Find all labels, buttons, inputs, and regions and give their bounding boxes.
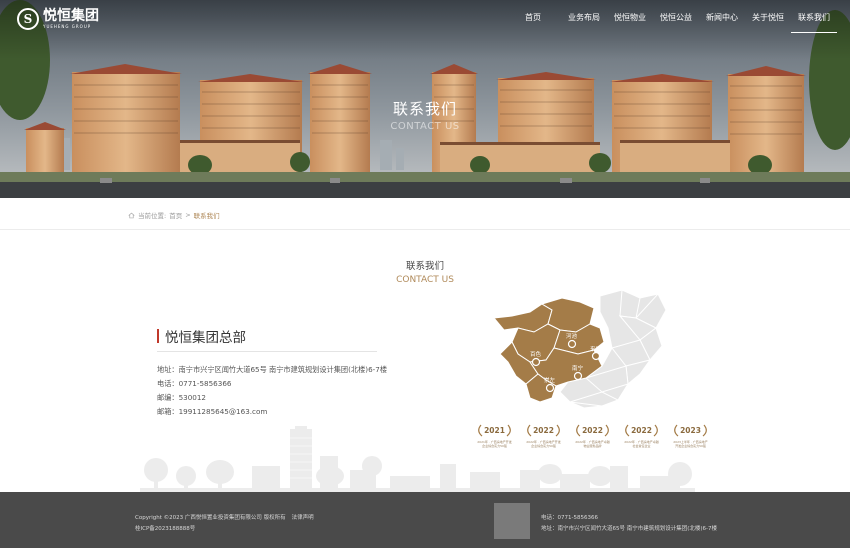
map-city-label: 河池 [566,332,578,340]
laurel-icon [527,424,560,437]
guangxi-map: 河池 来宾 百色 南宁 崇左 [493,289,667,409]
nav-item-about[interactable]: 关于悦恒 [745,13,791,33]
hq-postcode: 邮编：530012 [157,393,207,402]
hero-banner: S 悦恒集团 YUEHENG GROUP 首页 业务布局 悦恒物业 悦恒公益 新… [0,0,850,198]
page: S 悦恒集团 YUEHENG GROUP 首页 业务布局 悦恒物业 悦恒公益 新… [0,0,850,548]
laurel-icon [674,424,707,437]
nav-item-news[interactable]: 新闻中心 [699,13,745,33]
section-title: 联系我们 [405,261,444,272]
home-icon [128,212,135,218]
breadcrumb-separator: > [185,211,191,219]
footer-copyright: Copyright ©2023 广西悦恒置业投资集团有限公司 版权所有 [135,515,286,521]
hq-phone: 电话：0771-5856366 [157,379,232,388]
award-item: 2021 2021年 · 广西房地产开发企业综合实力50强 [476,424,513,448]
hq-address: 地址：南宁市兴宁区闻竹大道65号 南宁市建筑规划设计集团(北楼)6-7楼 [157,365,388,374]
contact-info: 地址：南宁市兴宁区闻竹大道65号 南宁市建筑规划设计集团(北楼)6-7楼 电话：… [157,363,387,419]
footer-legal-link[interactable]: 法律声明 [292,515,314,521]
main-nav: 首页 业务布局 悦恒物业 悦恒公益 新闻中心 关于悦恒 联系我们 [518,13,837,33]
section-subtitle: CONTACT US [396,275,454,285]
breadcrumb-current: 联系我们 [193,212,220,220]
laurel-icon [478,424,511,437]
nav-item-charity[interactable]: 悦恒公益 [653,13,699,33]
hero-subtitle: CONTACT US [390,121,460,132]
footer-address: 地址：南宁市兴宁区闻竹大道65号 南宁市建筑规划设计集团(北楼)6-7楼 [541,526,718,532]
brand-name: 悦恒集团 [43,7,99,24]
award-text: 2023上半年 · 广西房地产开发企业综合实力50强 [673,440,708,448]
divider [0,229,850,230]
hq-heading: 悦恒集团总部 [157,326,246,346]
nav-item-business[interactable]: 业务布局 [561,13,607,33]
breadcrumb-prefix: 当前位置: [138,212,167,220]
footer-copyright-block: Copyright ©2023 广西悦恒置业投资集团有限公司 版权所有 法律声明 … [135,513,314,535]
award-text: 2022年 · 广西房地产卓越物业服务品牌 [575,440,610,448]
brand-tagline: YUEHENG GROUP [43,23,92,29]
map-city-label: 南宁 [572,364,584,372]
footer-icp[interactable]: 桂ICP备2023188888号 [135,524,314,535]
footer-contact: 电话：0771-5856366 地址：南宁市兴宁区闻竹大道65号 南宁市建筑规划… [541,513,717,535]
nav-item-home[interactable]: 首页 [518,13,561,33]
breadcrumb: 当前位置: 首页 > 联系我们 [128,210,220,220]
divider [157,351,377,352]
breadcrumb-home-link[interactable]: 首页 [169,210,182,220]
footer: Copyright ©2023 广西悦恒置业投资集团有限公司 版权所有 法律声明 … [0,492,850,548]
map-city-label: 来宾 [590,345,602,353]
award-item: 2023 2023上半年 · 广西房地产开发企业综合实力50强 [672,424,709,448]
award-text: 2021年 · 广西房地产开发企业综合实力50强 [477,440,512,448]
award-text: 2022年 · 广西房地产卓越社会责任企业 [624,440,659,448]
map-city-label: 百色 [530,350,542,358]
map-city-label: 崇左 [544,376,556,384]
brand-logo[interactable]: S 悦恒集团 YUEHENG GROUP [17,8,99,30]
hq-title: 悦恒集团总部 [165,330,246,346]
accent-bar [157,329,159,343]
laurel-icon [625,424,658,437]
award-item: 2022 2022年 · 广西房地产开发企业综合实力50强 [525,424,562,448]
award-item: 2022 2022年 · 广西房地产卓越物业服务品牌 [574,424,611,448]
award-text: 2022年 · 广西房地产开发企业综合实力50强 [526,440,561,448]
awards-list: 2021 2021年 · 广西房地产开发企业综合实力50强 2022 2022年… [476,424,709,448]
qr-code [494,503,530,539]
hq-email[interactable]: 邮箱：19911285645@163.com [157,405,387,419]
logo-emblem: S [17,8,39,30]
footer-phone: 电话：0771-5856366 [541,515,598,521]
laurel-icon [576,424,609,437]
nav-item-contact[interactable]: 联系我们 [791,13,837,33]
award-item: 2022 2022年 · 广西房地产卓越社会责任企业 [623,424,660,448]
nav-item-property[interactable]: 悦恒物业 [607,13,653,33]
hero-title: 联系我们 [392,100,457,118]
